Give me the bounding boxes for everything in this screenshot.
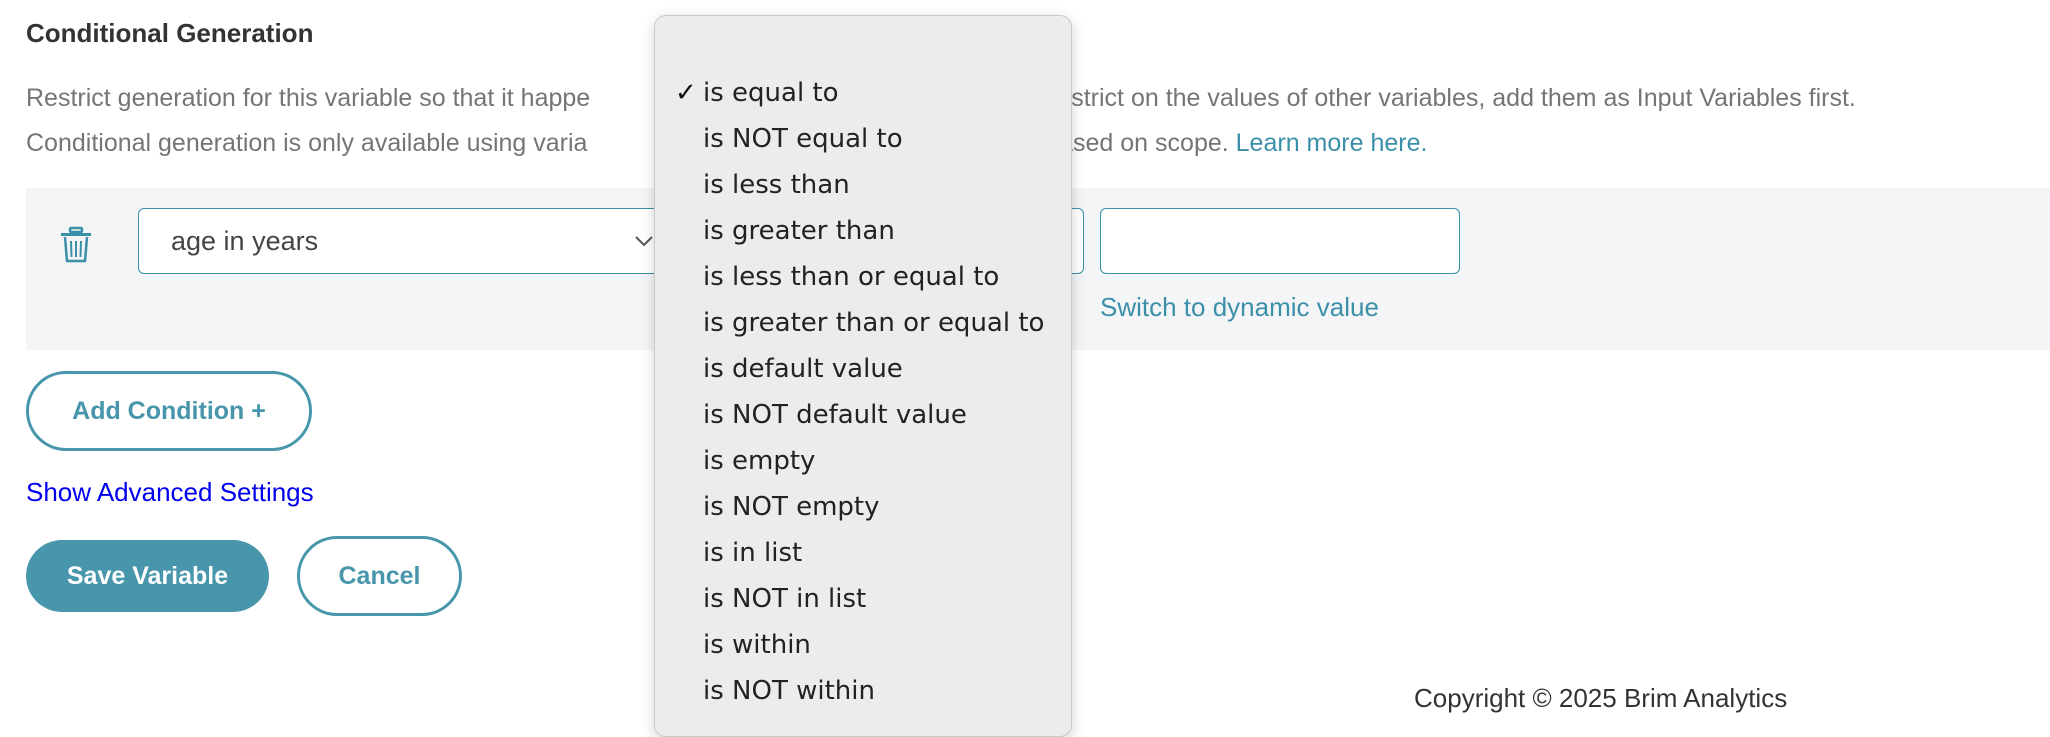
dropdown-option[interactable]: is less than [703, 170, 850, 200]
cancel-button[interactable]: Cancel [297, 536, 462, 616]
chevron-down-icon [635, 236, 653, 247]
learn-more-link[interactable]: Learn more here. [1236, 129, 1428, 157]
add-condition-button[interactable]: Add Condition + [26, 371, 312, 451]
variable-select-value: age in years [171, 226, 319, 256]
dropdown-option[interactable]: is greater than or equal to [703, 308, 1044, 338]
dropdown-option[interactable]: is NOT default value [703, 400, 967, 430]
operator-dropdown-menu: ✓ is equal to is NOT equal to is less th… [654, 15, 1072, 737]
dropdown-option[interactable]: is default value [703, 354, 903, 384]
description-line-1-start: Restrict generation for this variable so… [26, 84, 591, 112]
dropdown-option[interactable]: is NOT equal to [703, 124, 903, 154]
dropdown-option[interactable]: is NOT empty [703, 492, 880, 522]
dropdown-option[interactable]: is equal to [703, 78, 839, 108]
dropdown-option[interactable]: is less than or equal to [703, 262, 999, 292]
description-line-2-start: Conditional generation is only available… [26, 129, 588, 157]
description-line-1-end: . To restrict on the values of other var… [1002, 84, 1856, 112]
dropdown-option[interactable]: is empty [703, 446, 815, 476]
dropdown-option[interactable]: is in list [703, 538, 802, 568]
condition-value-input[interactable] [1100, 208, 1460, 274]
checkmark-icon: ✓ [675, 78, 697, 108]
show-advanced-settings-link[interactable]: Show Advanced Settings [26, 477, 314, 508]
dropdown-option[interactable]: is NOT within [703, 676, 875, 706]
dropdown-option[interactable]: is within [703, 630, 811, 660]
dropdown-option[interactable]: is NOT in list [703, 584, 866, 614]
switch-dynamic-value-link[interactable]: Switch to dynamic value [1100, 292, 1379, 323]
trash-icon[interactable] [58, 226, 94, 264]
dropdown-option[interactable]: is greater than [703, 216, 895, 246]
section-title: Conditional Generation [26, 18, 314, 48]
copyright-text: Copyright © 2025 Brim Analytics [1414, 683, 1788, 713]
variable-select[interactable]: age in years [138, 208, 668, 274]
save-variable-button[interactable]: Save Variable [26, 540, 269, 612]
